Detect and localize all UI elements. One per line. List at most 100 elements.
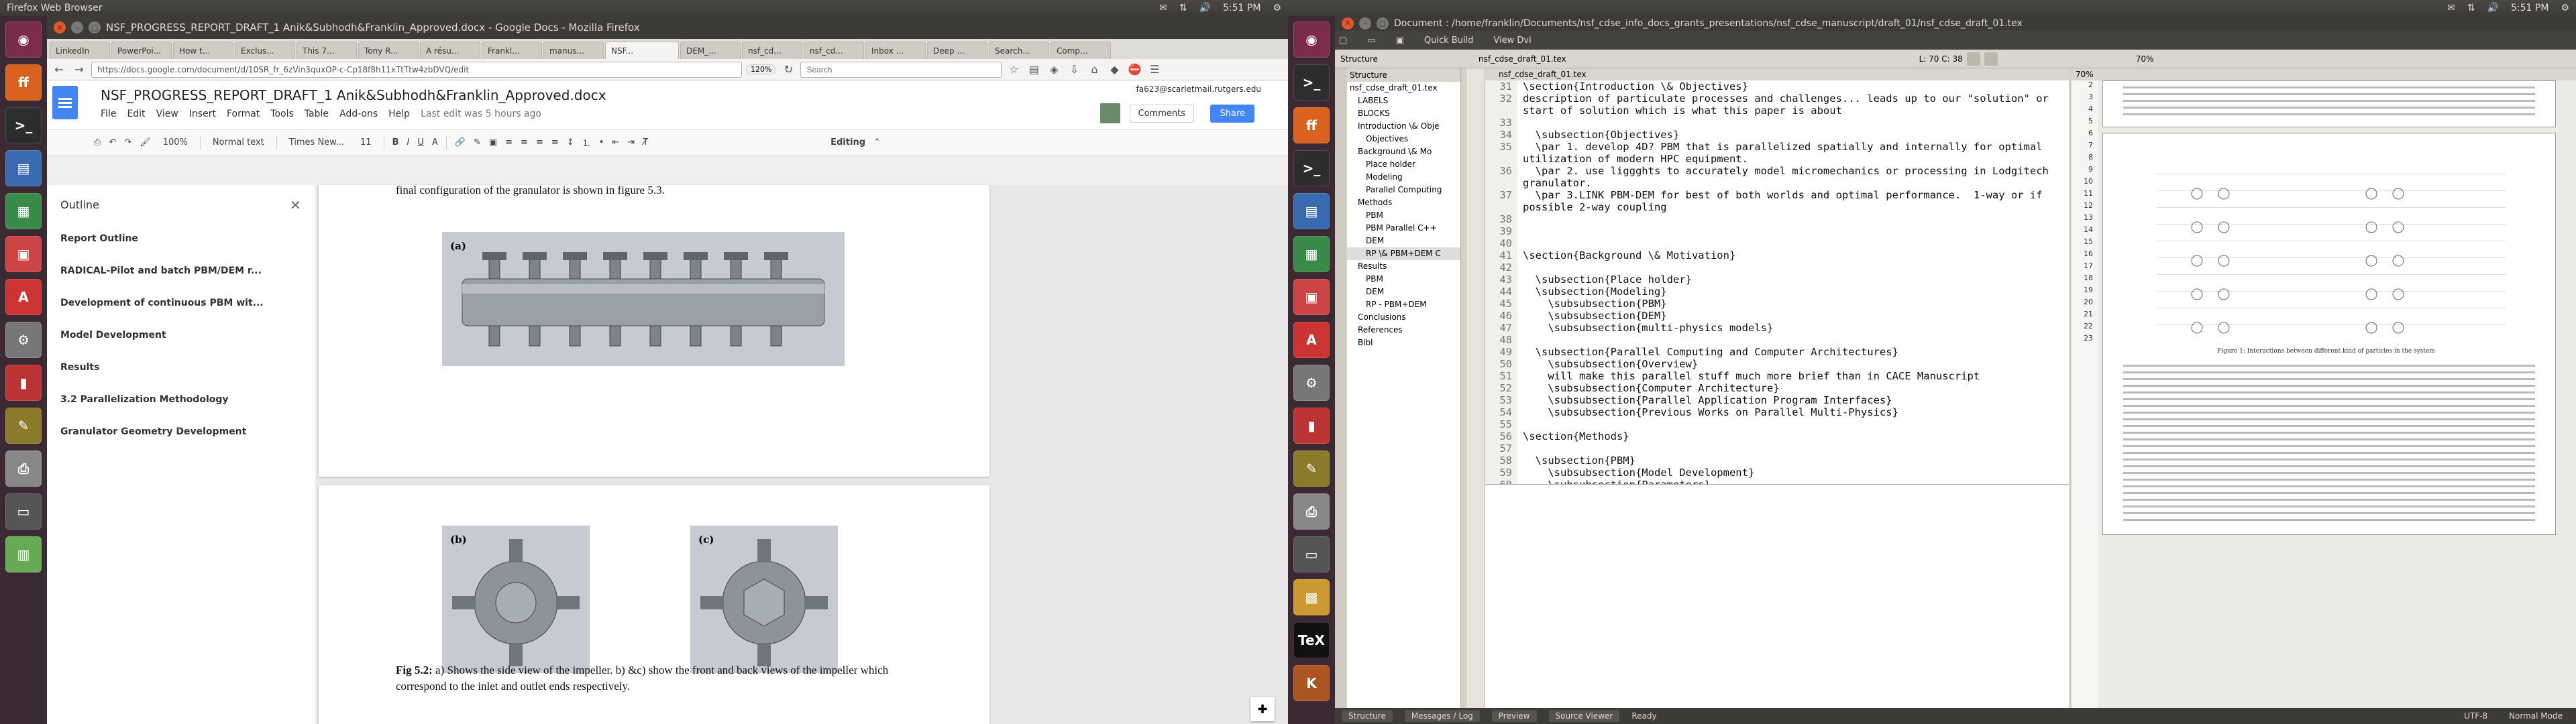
printer-icon[interactable]: ⎙ xyxy=(5,450,42,487)
tree-item[interactable]: PBM xyxy=(1347,209,1460,222)
link-icon[interactable]: 🔗 xyxy=(455,137,466,147)
account-email[interactable]: fa623@scarletmail.rutgers.edu xyxy=(1136,84,1261,94)
code-line[interactable]: utilization of modern HPC equipment. xyxy=(1485,153,2069,165)
impeller-side-view-image[interactable]: (a) xyxy=(442,232,845,366)
code-line[interactable]: 50 \subsubsection{Overview} xyxy=(1485,358,2069,370)
decrease-indent-icon[interactable]: ⇤ xyxy=(612,137,619,147)
line-text[interactable]: description of particulate processes and… xyxy=(1517,93,2049,105)
paint-format-icon[interactable]: 🖌 xyxy=(140,137,151,147)
reading-list-icon[interactable]: ▤ xyxy=(1026,62,1042,78)
menu-format[interactable]: Format xyxy=(227,109,260,119)
code-line[interactable]: granulator. xyxy=(1485,177,2069,189)
browser-tab[interactable]: Comp... xyxy=(1051,42,1111,59)
sidebar-toggle-strip[interactable] xyxy=(1335,68,1346,708)
clear-formatting-icon[interactable]: T̸ xyxy=(643,137,648,147)
clock[interactable]: 5:51 PM xyxy=(1223,0,1260,16)
browser-tab[interactable]: Deep ... xyxy=(927,42,987,59)
pdf-page[interactable] xyxy=(2102,80,2556,127)
outline-item[interactable]: Model Development xyxy=(60,330,264,362)
code-line[interactable]: 52 \subsubsection{Computer Architecture} xyxy=(1485,382,2069,394)
code-line[interactable]: 47 \subsubsection{multi-physics models} xyxy=(1485,322,2069,334)
clock[interactable]: 5:51 PM xyxy=(2511,0,2548,16)
browser-tab[interactable]: manus... xyxy=(543,42,604,59)
url-bar[interactable]: https://docs.google.com/document/d/10SR_… xyxy=(91,61,742,78)
extension-icon[interactable]: ◆ xyxy=(1106,62,1122,78)
status-tab-source-viewer[interactable]: Source Viewer xyxy=(1548,710,1620,722)
network-icon[interactable]: ⇅ xyxy=(2467,0,2475,16)
outline-item[interactable]: Development of continuous PBM wit... xyxy=(60,298,264,330)
code-line[interactable]: 43 \subsection{Place holder} xyxy=(1485,274,2069,286)
home-icon[interactable]: ⌂ xyxy=(1086,62,1102,78)
code-line[interactable]: 41 \section{Background \& Motivation} xyxy=(1485,249,2069,261)
color-palette-icon[interactable]: ▩ xyxy=(1293,579,1330,615)
network-icon[interactable]: ⇅ xyxy=(1179,0,1187,16)
books-icon[interactable]: ▮ xyxy=(1293,408,1330,444)
impeller-back-view-image[interactable]: (c) xyxy=(690,526,838,673)
browser-tab[interactable]: This 7... xyxy=(297,42,357,59)
align-right-icon[interactable]: ≡ xyxy=(536,137,543,147)
line-text[interactable] xyxy=(1517,213,1523,225)
code-line[interactable]: 35 \par 1. develop 4D? PBM that is paral… xyxy=(1485,141,2069,153)
tree-item[interactable]: Place holder xyxy=(1347,158,1460,171)
line-text[interactable] xyxy=(1517,334,1523,346)
settings-gear-icon[interactable]: ⚙ xyxy=(1273,0,1281,16)
code-line[interactable]: 39 xyxy=(1485,225,2069,237)
outline-item[interactable]: 3.2 Parallelization Methodology xyxy=(60,394,264,426)
tree-item[interactable]: Methods xyxy=(1347,196,1460,209)
menu-help[interactable]: Help xyxy=(388,109,410,119)
latex-symbol-strip[interactable] xyxy=(1466,68,1484,708)
browser-tab[interactable]: Inbox ... xyxy=(865,42,926,59)
adblock-icon[interactable]: ⛔ xyxy=(1126,62,1142,78)
close-icon[interactable]: ✕ xyxy=(290,197,301,213)
mail-icon[interactable]: ✉ xyxy=(2447,0,2455,16)
print-icon[interactable]: ⎙ xyxy=(94,137,101,147)
tree-item[interactable]: Introduction \& Obje xyxy=(1347,120,1460,133)
outline-item[interactable]: Results xyxy=(60,362,264,394)
line-spacing-icon[interactable]: ↕ xyxy=(567,137,574,147)
share-button[interactable]: Share xyxy=(1210,105,1254,123)
numbered-list-icon[interactable]: ⒈ xyxy=(582,136,591,149)
code-line[interactable]: 49 \subsection{Parallel Computing and Co… xyxy=(1485,346,2069,358)
line-text[interactable]: \subsubsection{DEM} xyxy=(1517,310,1666,322)
forward-icon[interactable]: → xyxy=(71,62,87,78)
browser-tab[interactable]: A résu... xyxy=(420,42,480,59)
system-settings-icon[interactable]: ⚙ xyxy=(5,322,42,358)
collapse-icon[interactable]: ⌃ xyxy=(873,137,881,147)
line-text[interactable]: \subsubsection{PBM} xyxy=(1517,298,1666,310)
line-text[interactable]: \subsubsection{Parallel Application Prog… xyxy=(1517,394,1892,406)
tree-item[interactable]: Modeling xyxy=(1347,171,1460,184)
line-text[interactable]: utilization of modern HPC equipment. xyxy=(1517,153,1748,165)
search-input[interactable] xyxy=(800,61,1002,78)
align-left-icon[interactable]: ≡ xyxy=(505,137,513,147)
spreadsheet-icon[interactable]: ▦ xyxy=(5,193,42,229)
code-line[interactable]: 56 \section{Methods} xyxy=(1485,430,2069,442)
font-select[interactable]: Times New... xyxy=(285,136,348,149)
view-dvi-button[interactable]: View Dvi xyxy=(1493,36,1531,46)
line-text[interactable]: granulator. xyxy=(1517,177,1592,189)
minimize-window-icon[interactable]: – xyxy=(71,21,83,34)
volume-icon[interactable]: 🔊 xyxy=(1199,0,1211,16)
document-page[interactable]: final configuration of the granulator is… xyxy=(319,184,989,477)
google-docs-logo-icon[interactable] xyxy=(52,86,78,119)
browser-tab[interactable]: PowerPoi... xyxy=(111,42,172,59)
tree-item[interactable]: nsf_cdse_draft_01.tex xyxy=(1347,82,1460,95)
tree-item[interactable]: LABELS xyxy=(1347,95,1460,107)
italic-icon[interactable]: I xyxy=(407,137,409,147)
tree-item[interactable]: BLOCKS xyxy=(1347,107,1460,120)
terminal-icon[interactable]: >_ xyxy=(1293,150,1330,186)
zoom-select[interactable]: 100% xyxy=(159,136,192,149)
line-text[interactable]: \subsubsection{multi-physics models} xyxy=(1517,322,1773,334)
tree-item[interactable]: DEM xyxy=(1347,235,1460,247)
editing-mode-select[interactable]: Editing xyxy=(830,137,865,147)
save-icon[interactable]: ▣ xyxy=(1396,36,1404,46)
line-text[interactable]: \par 3.LINK PBM-DEM for best of both wor… xyxy=(1517,189,2043,201)
browser-tab[interactable]: Search... xyxy=(989,42,1049,59)
software-center-icon[interactable]: A xyxy=(5,279,42,315)
line-text[interactable]: \section{Background \& Motivation} xyxy=(1517,249,1735,261)
line-text[interactable]: start of solution which is what this pap… xyxy=(1517,105,1842,117)
code-line[interactable]: possible 2-way coupling xyxy=(1485,201,2069,213)
avatar[interactable] xyxy=(1100,103,1120,123)
code-line[interactable]: start of solution which is what this pap… xyxy=(1485,105,2069,117)
tree-item[interactable]: Results xyxy=(1347,260,1460,273)
pdf-page[interactable]: Figure 1: Interactions between different… xyxy=(2102,133,2556,535)
